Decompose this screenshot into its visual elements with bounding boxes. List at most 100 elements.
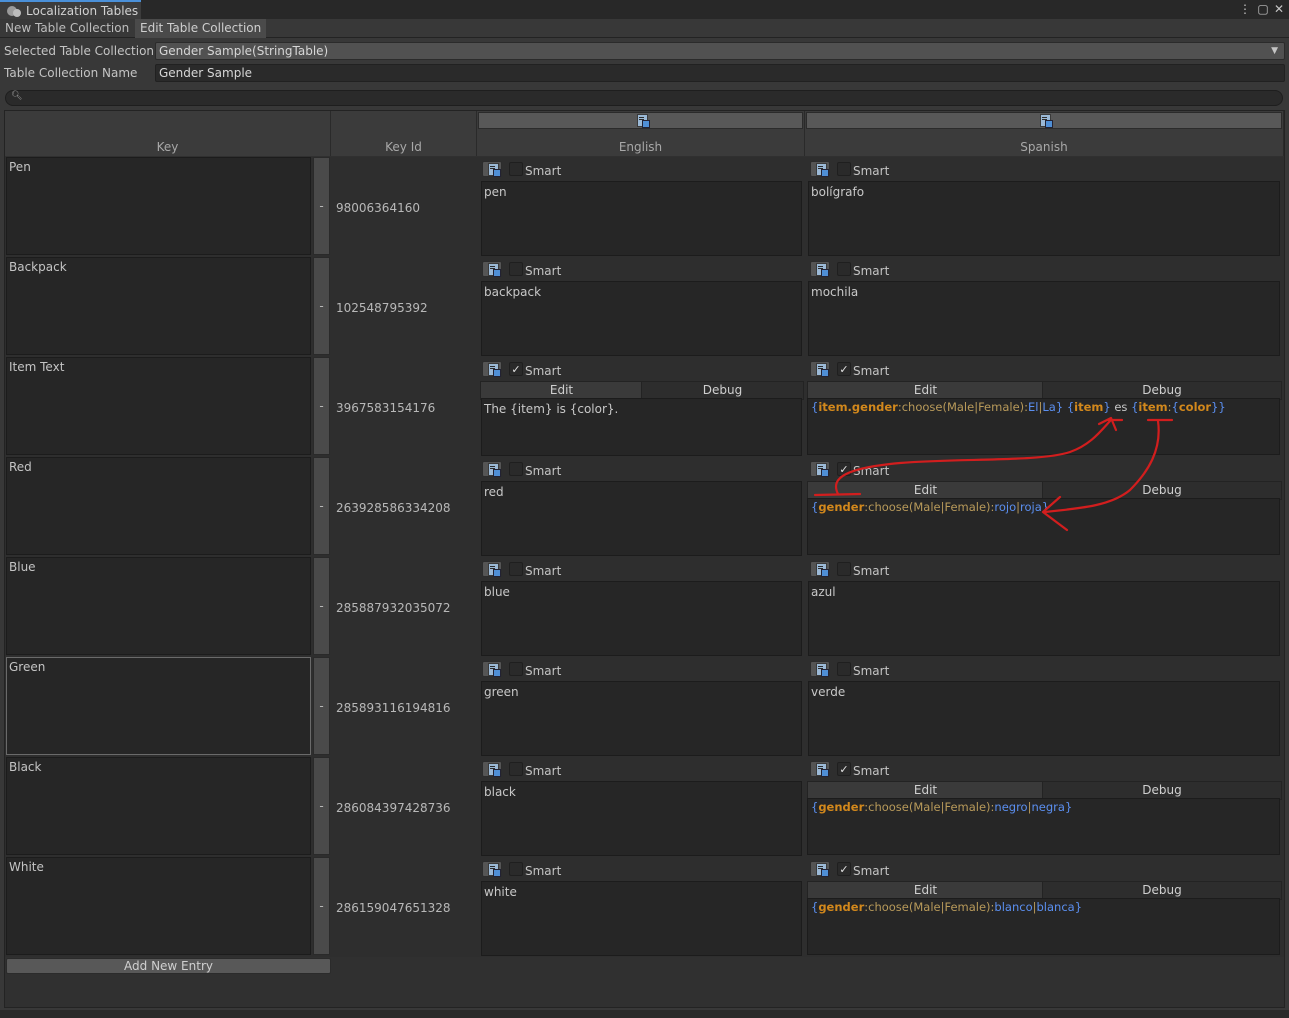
english-entry-options-button[interactable]	[482, 161, 502, 177]
spanish-smart-checkbox[interactable]: ✓	[837, 862, 851, 876]
window-tab[interactable]: Localization Tables	[0, 0, 141, 19]
spanish-smart-checkbox[interactable]: ✓	[837, 762, 851, 776]
table-collection-name-label: Table Collection Name	[4, 66, 138, 80]
spanish-smart-value-field[interactable]: {item.gender:choose(Male|Female):El|La} …	[807, 398, 1280, 455]
spanish-value-field[interactable]: bolígrafo	[808, 181, 1280, 256]
remove-entry-button[interactable]: -	[313, 257, 330, 355]
spanish-entry-options-button[interactable]	[810, 561, 830, 577]
add-new-entry-button[interactable]: Add New Entry	[6, 958, 331, 974]
spanish-smart-label: Smart	[853, 364, 890, 378]
spanish-entry-options-button[interactable]	[810, 761, 830, 777]
spanish-entry-options-button[interactable]	[810, 661, 830, 677]
english-value-field[interactable]: backpack	[481, 281, 802, 356]
key-field[interactable]: Red	[6, 457, 311, 555]
column-header-english[interactable]: English	[477, 111, 805, 156]
english-entry-options-button[interactable]	[482, 261, 502, 277]
spanish-value-field[interactable]: verde	[808, 681, 1280, 756]
spanish-smart-label: Smart	[853, 464, 890, 478]
spanish-smart-value-field[interactable]: {gender:choose(Male|Female):blanco|blanc…	[807, 898, 1280, 955]
option: blanco	[994, 900, 1033, 914]
spanish-smart-checkbox[interactable]	[837, 262, 851, 276]
spanish-entry-options-button[interactable]	[810, 461, 830, 477]
close-icon[interactable]: ✕	[1271, 1, 1287, 17]
selector: item	[1138, 400, 1168, 414]
english-smart-checkbox[interactable]	[509, 762, 523, 776]
english-entry-options-button[interactable]	[482, 561, 502, 577]
maximize-icon[interactable]: ▢	[1255, 1, 1271, 17]
column-header-key[interactable]: Key	[5, 111, 331, 156]
table-collection-dropdown[interactable]: Gender Sample(StringTable) ▼	[155, 42, 1285, 60]
key-field[interactable]: Blue	[6, 557, 311, 655]
spanish-entry-options-button[interactable]	[810, 261, 830, 277]
english-smart-checkbox[interactable]	[509, 262, 523, 276]
spanish-smart-checkbox[interactable]: ✓	[837, 362, 851, 376]
remove-entry-button[interactable]: -	[313, 457, 330, 555]
table-icon	[487, 763, 501, 777]
formatter: :choose(Male|Female):	[897, 400, 1029, 414]
table-icon	[815, 363, 829, 377]
table-icon	[815, 163, 829, 177]
spanish-entry-options-button[interactable]	[810, 361, 830, 377]
table-icon	[1039, 114, 1053, 128]
english-value-field[interactable]: pen	[481, 181, 802, 256]
english-smart-checkbox[interactable]	[509, 562, 523, 576]
table-collection-name-field[interactable]: Gender Sample	[155, 64, 1285, 82]
english-entry-options-button[interactable]	[482, 861, 502, 877]
column-header-key-id[interactable]: Key Id	[331, 111, 477, 156]
tab-edit-table-collection[interactable]: Edit Table Collection	[135, 19, 267, 38]
selector: item	[1074, 400, 1104, 414]
english-smart-checkbox[interactable]	[509, 462, 523, 476]
remove-entry-button[interactable]: -	[313, 757, 330, 855]
remove-entry-button[interactable]: -	[313, 857, 330, 955]
english-entry-options-button[interactable]	[482, 461, 502, 477]
search-input[interactable]: 🔍︎	[5, 90, 1283, 106]
option: roja	[1020, 500, 1042, 514]
english-entry-options-button[interactable]	[482, 661, 502, 677]
spanish-smart-checkbox[interactable]	[837, 562, 851, 576]
spanish-smart-checkbox[interactable]	[837, 162, 851, 176]
key-field[interactable]: Pen	[6, 157, 311, 255]
selected-table-collection-label: Selected Table Collection	[4, 44, 155, 58]
spanish-smart-value-field[interactable]: {gender:choose(Male|Female):negro|negra}	[807, 798, 1280, 855]
more-options-icon[interactable]: ⋮	[1237, 1, 1253, 17]
english-entry-options-button[interactable]	[482, 361, 502, 377]
spanish-value-field[interactable]: mochila	[808, 281, 1280, 356]
remove-entry-button[interactable]: -	[313, 557, 330, 655]
english-smart-checkbox[interactable]	[509, 162, 523, 176]
spanish-smart-checkbox[interactable]	[837, 662, 851, 676]
english-value-field[interactable]: The {item} is {color}.	[481, 398, 802, 456]
remove-entry-button[interactable]: -	[313, 157, 330, 255]
english-smart-checkbox[interactable]: ✓	[509, 362, 523, 376]
spanish-table-button[interactable]	[806, 112, 1282, 129]
brace: }	[1103, 400, 1111, 414]
key-field[interactable]: Item Text	[6, 357, 311, 455]
english-value-field[interactable]: red	[481, 481, 802, 556]
english-value-field[interactable]: green	[481, 681, 802, 756]
tab-new-table-collection[interactable]: New Table Collection	[0, 19, 134, 38]
remove-entry-button[interactable]: -	[313, 657, 330, 755]
spanish-value-field[interactable]: azul	[808, 581, 1280, 656]
key-field[interactable]: White	[6, 857, 311, 955]
spanish-entry-options-button[interactable]	[810, 161, 830, 177]
english-value-field[interactable]: black	[481, 781, 802, 856]
spanish-smart-value-field[interactable]: {gender:choose(Male|Female):rojo|roja}	[807, 498, 1280, 555]
english-smart-checkbox[interactable]	[509, 662, 523, 676]
table-icon	[487, 263, 501, 277]
remove-entry-button[interactable]: -	[313, 357, 330, 455]
column-header-spanish[interactable]: Spanish	[805, 111, 1284, 156]
english-value-field[interactable]: white	[481, 881, 802, 956]
english-value-field[interactable]: blue	[481, 581, 802, 656]
english-smart-checkbox[interactable]	[509, 862, 523, 876]
key-field[interactable]: Backpack	[6, 257, 311, 355]
search-icon: 🔍︎	[11, 91, 23, 101]
spanish-smart-label: Smart	[853, 564, 890, 578]
english-entry-options-button[interactable]	[482, 761, 502, 777]
spanish-entry-options-button[interactable]	[810, 861, 830, 877]
key-field[interactable]: Green	[6, 657, 311, 755]
table-icon	[815, 663, 829, 677]
spanish-smart-checkbox[interactable]: ✓	[837, 462, 851, 476]
key-field[interactable]: Black	[6, 757, 311, 855]
brace: {	[1171, 400, 1179, 414]
english-smart-label: Smart	[525, 564, 562, 578]
english-table-button[interactable]	[478, 112, 803, 129]
